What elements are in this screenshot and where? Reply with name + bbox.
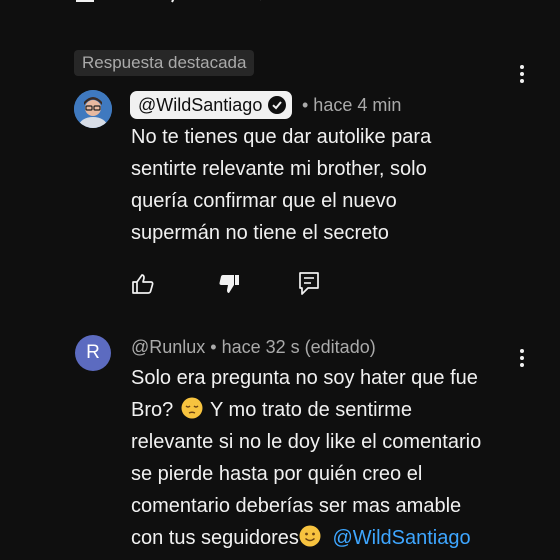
previous-comment-actions (0, 0, 560, 12)
mention-link[interactable]: @WildSantiago (332, 527, 470, 549)
reply-icon[interactable] (297, 271, 321, 297)
thumb-down-icon[interactable] (162, 0, 188, 4)
slightly-smiling-face-emoji-icon (299, 525, 321, 547)
comment-timestamp: • hace 4 min (302, 95, 402, 115)
author-handle-text: @WildSantiago (138, 94, 263, 115)
pensive-face-emoji-icon (181, 397, 203, 419)
avatar[interactable]: R (75, 335, 111, 371)
comment-author-meta[interactable]: @Runlux • hace 32 s (editado) (131, 337, 376, 358)
thumb-up-filled-icon[interactable] (76, 0, 110, 4)
comment-author-handle[interactable]: @WildSantiago (130, 91, 293, 119)
comment-text: Solo era pregunta no soy hater que fue B… (131, 367, 482, 549)
verified-check-icon (268, 96, 287, 114)
more-options-icon[interactable] (512, 346, 532, 370)
thumb-down-filled-icon[interactable] (218, 272, 242, 296)
comment-text: No te tienes que dar autolike para senti… (131, 126, 432, 244)
reply-icon[interactable] (240, 0, 264, 4)
featured-reply-badge: Respuesta destacada (74, 50, 255, 76)
thumb-up-icon[interactable] (131, 272, 155, 296)
avatar[interactable] (74, 90, 112, 128)
more-options-icon[interactable] (512, 62, 532, 86)
